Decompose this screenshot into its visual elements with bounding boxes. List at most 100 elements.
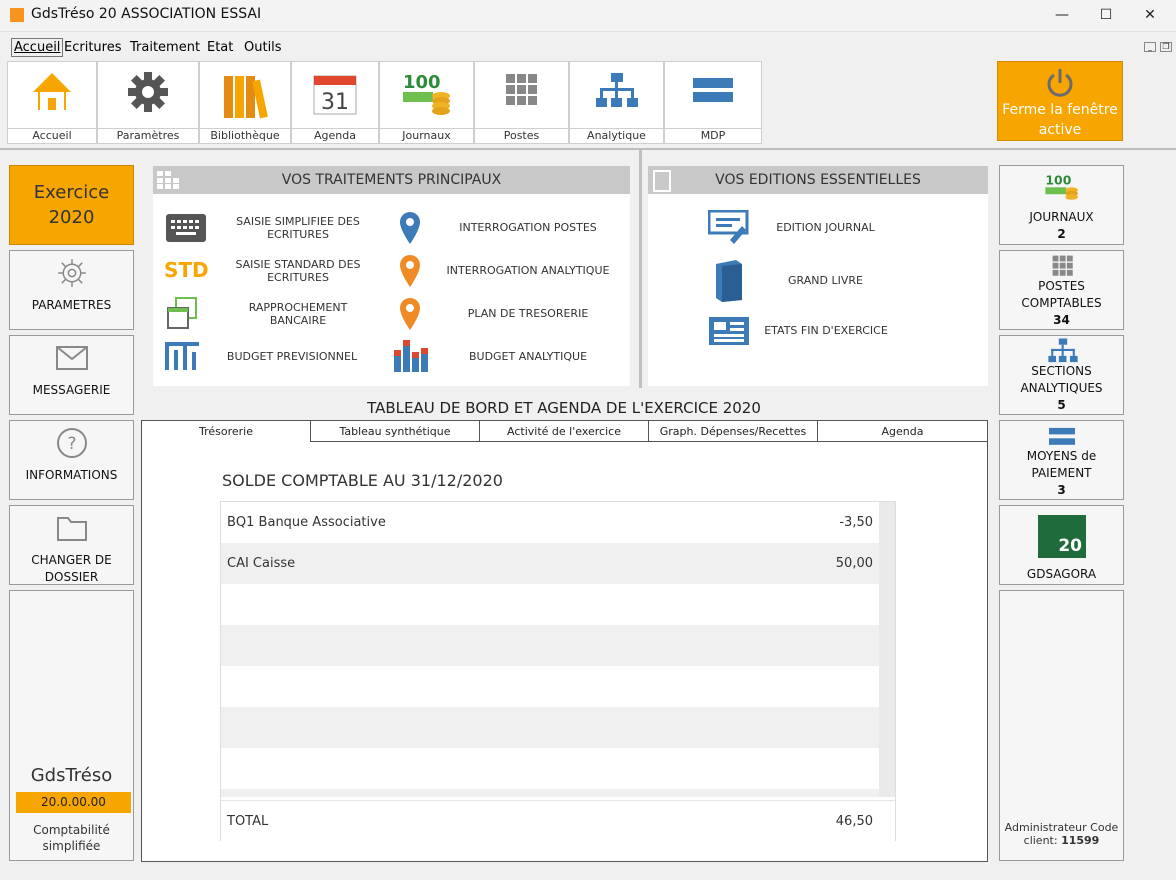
moyens-paiement-button[interactable]: MOYENS de PAIEMENT 3: [999, 420, 1124, 500]
tab-tresorerie[interactable]: Trésorerie: [142, 421, 311, 442]
menu-ecritures[interactable]: Ecritures: [64, 40, 121, 55]
toolbar-bibliotheque[interactable]: Bibliothèque: [199, 61, 291, 144]
folder-icon: [57, 517, 87, 541]
postes-comptables-button[interactable]: POSTES COMPTABLES 34: [999, 250, 1124, 330]
changer-dossier-button[interactable]: CHANGER DE DOSSIER: [9, 505, 134, 585]
mdi-minimize-icon[interactable]: _: [1144, 42, 1156, 52]
map-pin-orange-icon[interactable]: [400, 255, 420, 287]
budget-analytique-link[interactable]: BUDGET ANALYTIQUE: [443, 350, 613, 363]
toolbar-accueil[interactable]: Accueil: [7, 61, 97, 144]
keyboard-icon[interactable]: [166, 214, 206, 242]
sections-analytiques-button[interactable]: SECTIONS ANALYTIQUES 5: [999, 335, 1124, 415]
toolbar-analytique[interactable]: Analytique: [569, 61, 664, 144]
toolbar-label: Analytique: [570, 128, 663, 143]
toolbar-parametres[interactable]: Paramètres: [97, 61, 199, 144]
toolbar-agenda[interactable]: 31 Agenda: [291, 61, 379, 144]
books-icon: [224, 76, 268, 119]
gdsagora-label: GDSAGORA: [1026, 567, 1097, 581]
gear-icon: [128, 72, 168, 112]
table-row[interactable]: [221, 666, 879, 707]
report-icon[interactable]: [708, 316, 750, 346]
budget-bars-icon[interactable]: [165, 342, 199, 370]
menu-outils[interactable]: Outils: [244, 40, 282, 55]
solde-title: SOLDE COMPTABLE AU 31/12/2020: [222, 471, 503, 490]
menu-accueil[interactable]: Accueil: [11, 38, 64, 57]
interrogation-postes-link[interactable]: INTERROGATION POSTES: [443, 221, 613, 234]
org-chart-icon: [1048, 338, 1078, 363]
tab-agenda[interactable]: Agenda: [818, 421, 987, 442]
table-row[interactable]: [221, 584, 879, 625]
map-pin-blue-icon[interactable]: [400, 212, 420, 244]
client-code: 11599: [1061, 834, 1100, 847]
rapprochement-bancaire-link[interactable]: RAPPROCHEMENT BANCAIRE: [223, 301, 373, 327]
account-name: BQ1 Banque Associative: [227, 515, 386, 530]
table-row[interactable]: [221, 707, 879, 748]
account-name: CAI Caisse: [227, 556, 296, 571]
edit-journal-icon[interactable]: [708, 210, 750, 244]
vertical-scrollbar[interactable]: [879, 502, 895, 797]
home-icon: [33, 73, 71, 110]
account-amount: 50,00: [835, 556, 873, 571]
std-icon[interactable]: STD: [164, 258, 209, 282]
editions-title: VOS EDITIONS ESSENTIELLES: [648, 166, 988, 194]
saisie-simplifiee-link[interactable]: SAISIE SIMPLIFIEE DES ECRITURES: [223, 215, 373, 241]
minimize-button[interactable]: —: [1040, 0, 1084, 30]
map-pin-orange-icon[interactable]: [400, 298, 420, 330]
tab-graph-depenses-recettes[interactable]: Graph. Dépenses/Recettes: [649, 421, 818, 442]
toolbar-postes[interactable]: Postes: [474, 61, 569, 144]
help-icon: ?: [57, 428, 87, 458]
edition-journal-link[interactable]: EDITION JOURNAL: [758, 221, 893, 234]
menu-etat[interactable]: Etat: [207, 40, 233, 55]
card-icon: [1049, 427, 1075, 445]
gdsagora-button[interactable]: 20 GDSAGORA: [999, 505, 1124, 585]
app-subtitle: Comptabilité simplifiée: [33, 823, 110, 853]
stacked-bars-icon[interactable]: [394, 340, 428, 372]
moyens-count: 3: [1057, 483, 1066, 497]
menu-traitement[interactable]: Traitement: [130, 40, 200, 55]
coins-icon: 100: [402, 72, 450, 115]
table-row[interactable]: BQ1 Banque Associative -3,50: [221, 502, 879, 543]
tab-activite-exercice[interactable]: Activité de l'exercice: [480, 421, 649, 442]
informations-button[interactable]: ? INFORMATIONS: [9, 420, 134, 500]
maximize-button[interactable]: ☐: [1084, 0, 1128, 30]
sections-label: SECTIONS ANALYTIQUES: [1020, 364, 1103, 395]
grand-livre-link[interactable]: GRAND LIVRE: [758, 274, 893, 287]
toolbar-mdp[interactable]: MDP: [664, 61, 762, 144]
interrogation-analytique-link[interactable]: INTERROGATION ANALYTIQUE: [443, 264, 613, 277]
plan-tresorerie-link[interactable]: PLAN DE TRESORERIE: [443, 307, 613, 320]
toolbar-journaux[interactable]: 100 Journaux: [379, 61, 474, 144]
close-active-window-button[interactable]: Ferme la fenêtre active: [997, 61, 1123, 141]
toolbar-label: Journaux: [380, 128, 473, 143]
parametres-label: PARAMETRES: [31, 298, 112, 312]
tab-tableau-synthetique[interactable]: Tableau synthétique: [311, 421, 480, 442]
budget-previsionnel-link[interactable]: BUDGET PREVISIONNEL: [217, 350, 367, 363]
app-logo-icon: [10, 8, 24, 22]
table-row[interactable]: CAI Caisse 50,00: [221, 543, 879, 584]
exercice-button[interactable]: Exercice 2020: [9, 165, 134, 245]
table-row[interactable]: [221, 748, 879, 789]
menu-bar: Accueil Ecritures Traitement Etat Outils…: [0, 38, 1176, 58]
etats-fin-exercice-link[interactable]: ETATS FIN D'EXERCICE: [756, 324, 896, 337]
messagerie-button[interactable]: MESSAGERIE: [9, 335, 134, 415]
close-button[interactable]: ✕: [1128, 0, 1172, 30]
table-row[interactable]: [221, 625, 879, 666]
parametres-button[interactable]: PARAMETRES: [9, 250, 134, 330]
splitter[interactable]: [639, 150, 642, 388]
dashboard-panel: Trésorerie Tableau synthétique Activité …: [141, 420, 988, 862]
saisie-standard-link[interactable]: SAISIE STANDARD DES ECRITURES: [223, 258, 373, 284]
solde-table: BQ1 Banque Associative -3,50 CAI Caisse …: [220, 501, 896, 841]
traitements-panel: VOS TRAITEMENTS PRINCIPAUX SAISIE SIMPLI…: [153, 166, 630, 386]
book-icon[interactable]: [712, 260, 746, 302]
svg-text:?: ?: [67, 434, 76, 454]
total-amount: 46,50: [835, 814, 873, 829]
admin-label: Administrateur Code client: 11599: [1004, 821, 1119, 847]
mdi-restore-icon[interactable]: ❐: [1160, 42, 1172, 52]
card-icon: [693, 78, 733, 102]
toolbar-label: Paramètres: [98, 128, 198, 143]
reconcile-icon[interactable]: [166, 296, 198, 330]
app-info-panel: GdsTréso 20.0.00.00 Comptabilité simplif…: [9, 590, 134, 861]
svg-text:100: 100: [403, 72, 441, 93]
postes-count: 34: [1053, 313, 1070, 327]
journaux-button[interactable]: 100 JOURNAUX 2: [999, 165, 1124, 245]
gear-outline-icon: [58, 259, 86, 287]
